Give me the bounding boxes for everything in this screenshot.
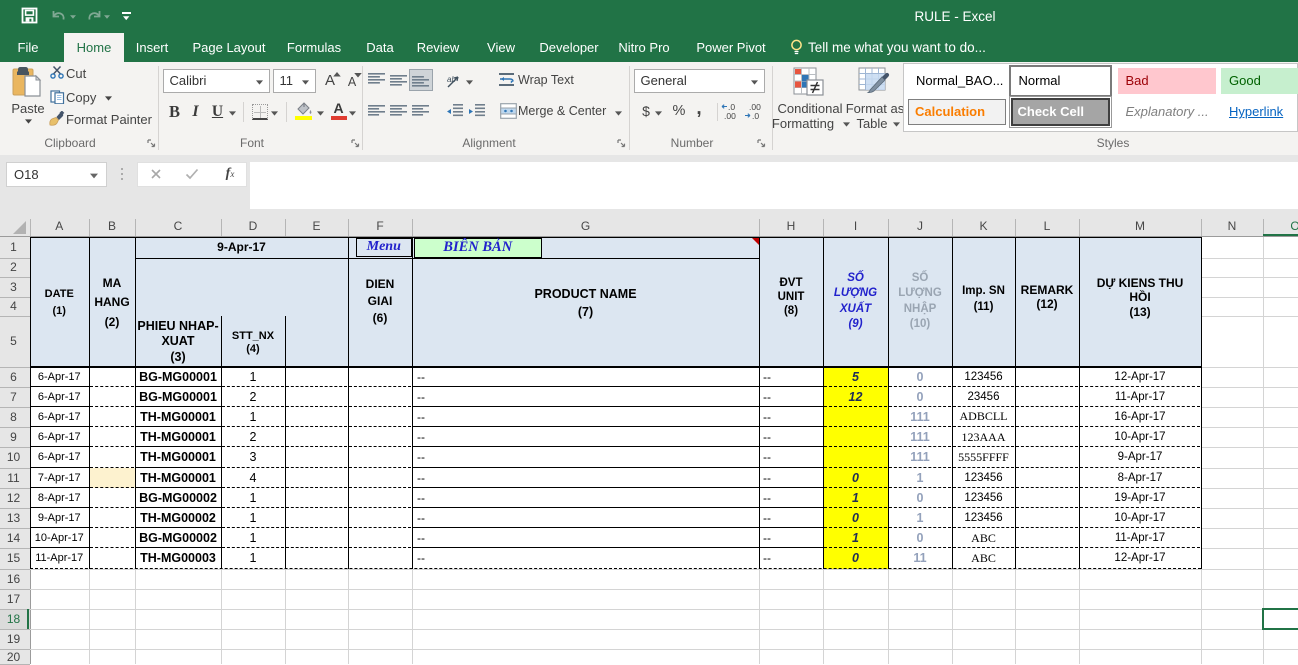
svg-text:ab: ab: [447, 75, 456, 84]
svg-text:.00: .00: [724, 111, 736, 120]
